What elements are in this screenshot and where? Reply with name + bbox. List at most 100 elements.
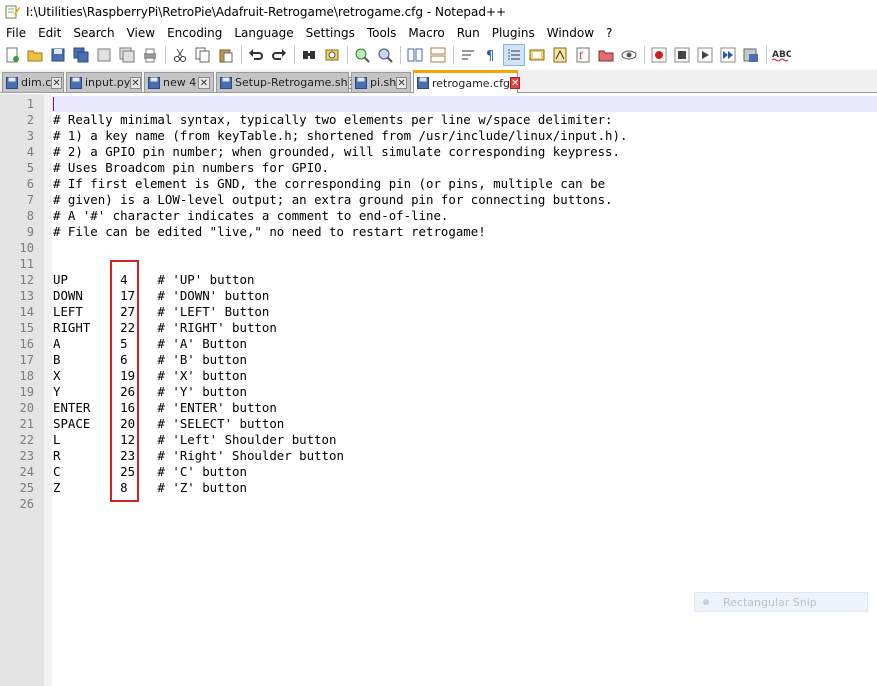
menu-window[interactable]: Window <box>541 24 600 42</box>
stop-macro-icon[interactable] <box>672 45 692 65</box>
line-text: LEFT 27 # 'LEFT' Button <box>53 304 270 319</box>
monitoring-icon[interactable] <box>619 45 639 65</box>
code-line[interactable]: 8 # A '#' character indicates a comment t… <box>0 208 877 224</box>
tab-close-icon[interactable]: ✕ <box>509 77 521 89</box>
line-text: R 23 # 'Right' Shoulder button <box>53 448 344 463</box>
menu-language[interactable]: Language <box>228 24 299 42</box>
menu-encoding[interactable]: Encoding <box>161 24 228 42</box>
line-number: 15 <box>19 321 34 335</box>
print-icon[interactable] <box>140 45 160 65</box>
word-wrap-icon[interactable] <box>458 45 478 65</box>
toolbar-separator <box>294 46 295 64</box>
toolbar-separator <box>400 46 401 64</box>
code-line[interactable]: 6 # If first element is GND, the correspo… <box>0 176 877 192</box>
code-line[interactable]: 3 # 1) a key name (from keyTable.h; short… <box>0 128 877 144</box>
line-number: 25 <box>19 481 34 495</box>
line-number: 4 <box>26 145 34 159</box>
find-icon[interactable] <box>299 45 319 65</box>
line-text: # Uses Broadcom pin numbers for GPIO. <box>53 160 330 175</box>
code-line[interactable]: 5 # Uses Broadcom pin numbers for GPIO. <box>0 160 877 176</box>
line-number: 18 <box>19 369 34 383</box>
line-text: UP 4 # 'UP' button <box>53 272 255 287</box>
save-icon[interactable] <box>48 45 68 65</box>
menu-view[interactable]: View <box>121 24 161 42</box>
record-macro-icon[interactable] <box>649 45 669 65</box>
tab-new-4[interactable]: new 4 ✕ <box>144 72 214 92</box>
line-text: A 5 # 'A' Button <box>53 336 247 351</box>
line-number: 12 <box>19 273 34 287</box>
snip-icon <box>703 599 709 605</box>
sync-horizontal-icon[interactable] <box>428 45 448 65</box>
menu-run[interactable]: Run <box>451 24 486 42</box>
tab-close-icon[interactable]: ✕ <box>198 76 210 89</box>
snip-label: Rectangular Snip <box>723 595 817 609</box>
replace-icon[interactable] <box>322 45 342 65</box>
show-all-characters-icon[interactable]: ¶ <box>481 45 501 65</box>
menu-tools[interactable]: Tools <box>361 24 403 42</box>
notepadpp-icon <box>4 4 20 20</box>
folder-workspace-icon[interactable] <box>596 45 616 65</box>
line-number: 13 <box>19 289 34 303</box>
menu-file[interactable]: File <box>0 24 32 42</box>
code-line[interactable]: 9 # File can be edited "live," no need to… <box>0 224 877 240</box>
tab-close-icon[interactable]: ✕ <box>130 76 141 89</box>
tab-dim-c[interactable]: dim.c ✕ <box>2 72 64 92</box>
sync-vertical-icon[interactable] <box>405 45 425 65</box>
function-list-icon[interactable]: f <box>573 45 593 65</box>
close-file-icon[interactable] <box>94 45 114 65</box>
copy-icon[interactable] <box>193 45 213 65</box>
zoom-in-icon[interactable] <box>352 45 372 65</box>
line-number: 5 <box>26 161 34 175</box>
code-line[interactable]: 1 <box>0 96 877 112</box>
indent-guide-icon[interactable] <box>503 44 525 66</box>
open-file-icon[interactable] <box>25 45 45 65</box>
svg-text:ABC: ABC <box>772 50 791 60</box>
code-line[interactable]: 4 # 2) a GPIO pin number; when grounded, … <box>0 144 877 160</box>
code-line[interactable]: 7 # given) is a LOW-level output; an extr… <box>0 192 877 208</box>
undo-icon[interactable] <box>246 45 266 65</box>
doc-map-icon[interactable] <box>550 45 570 65</box>
run-macro-multiple-icon[interactable] <box>718 45 738 65</box>
cut-icon[interactable] <box>170 45 190 65</box>
tab-close-icon[interactable]: ✕ <box>396 76 407 89</box>
tab-retrogame-cfg[interactable]: retrogame.cfg ✕ <box>413 70 521 93</box>
zoom-out-icon[interactable] <box>375 45 395 65</box>
menu-help[interactable]: ? <box>600 24 618 42</box>
menu-edit[interactable]: Edit <box>32 24 67 42</box>
tab-label: input.py <box>85 76 131 89</box>
file-saved-icon <box>355 76 367 89</box>
save-all-icon[interactable] <box>71 45 91 65</box>
menu-plugins[interactable]: Plugins <box>486 24 541 42</box>
line-text: Z 8 # 'Z' button <box>53 480 247 495</box>
paste-icon[interactable] <box>216 45 236 65</box>
line-text: X 19 # 'X' button <box>53 368 247 383</box>
line-text: DOWN 17 # 'DOWN' button <box>53 288 270 303</box>
menu-settings[interactable]: Settings <box>300 24 361 42</box>
spellcheck-icon[interactable]: ABC <box>771 45 791 65</box>
line-text: # given) is a LOW-level output; an extra… <box>53 192 613 207</box>
line-number: 2 <box>26 113 34 127</box>
code-line[interactable]: 2 # Really minimal syntax, typically two … <box>0 112 877 128</box>
line-number: 19 <box>19 385 34 399</box>
close-all-icon[interactable] <box>117 45 137 65</box>
tab-close-icon[interactable]: ✕ <box>51 76 62 89</box>
line-text: B 6 # 'B' button <box>53 352 247 367</box>
menu-search[interactable]: Search <box>67 24 120 42</box>
tab-pi-sh[interactable]: pi.sh ✕ <box>351 72 411 92</box>
menu-macro[interactable]: Macro <box>402 24 450 42</box>
menu-bar: File Edit Search View Encoding Language … <box>0 24 877 42</box>
line-number: 20 <box>19 401 34 415</box>
redo-icon[interactable] <box>269 45 289 65</box>
line-number: 14 <box>19 305 34 319</box>
toolbar-separator <box>644 46 645 64</box>
play-macro-icon[interactable] <box>695 45 715 65</box>
new-file-icon[interactable] <box>2 45 22 65</box>
tab-bar: dim.c ✕ input.py ✕ new 4 ✕ Setup-Retroga… <box>0 70 877 93</box>
user-language-icon[interactable] <box>527 45 547 65</box>
tab-input-py[interactable]: input.py ✕ <box>66 72 142 92</box>
save-macro-icon[interactable] <box>741 45 761 65</box>
toolbar-separator <box>241 46 242 64</box>
tab-setup-retrogame-sh[interactable]: Setup-Retrogame.sh ✕ <box>216 72 359 92</box>
code-line[interactable]: 10 <box>0 240 877 256</box>
toolbar-separator <box>453 46 454 64</box>
